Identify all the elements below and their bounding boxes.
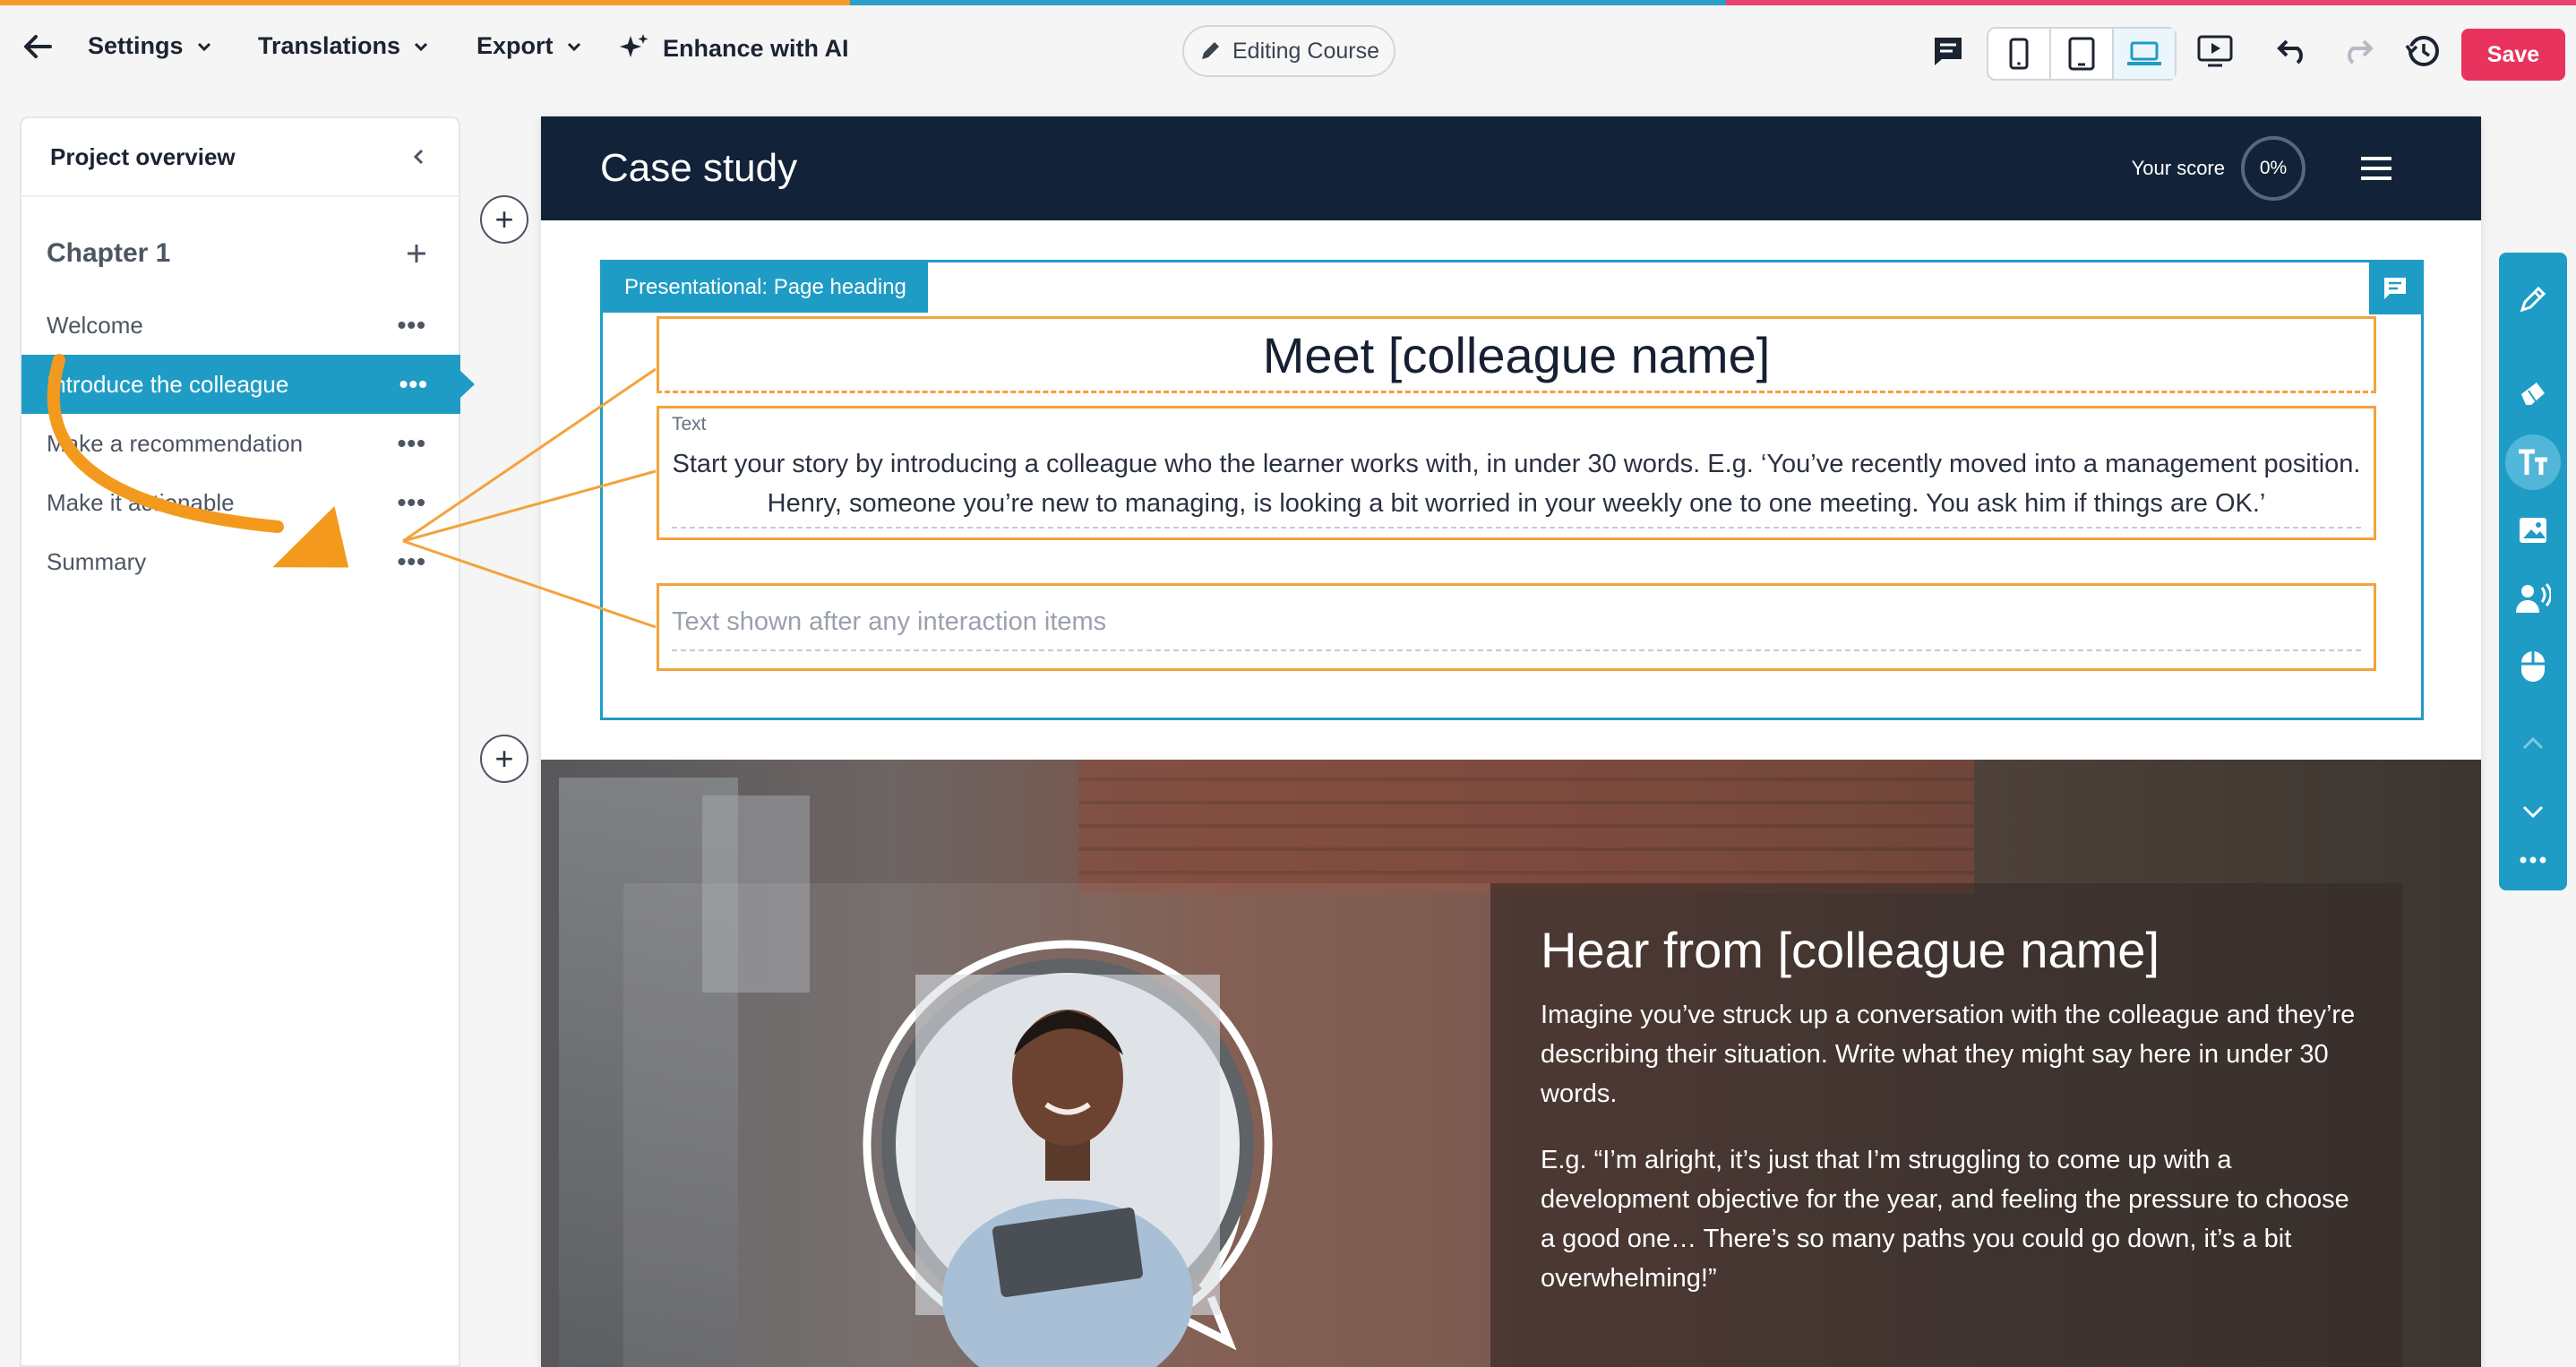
chevron-down-icon xyxy=(414,42,428,51)
score-label: Your score xyxy=(2131,157,2225,179)
laptop-icon[interactable] xyxy=(2114,29,2175,79)
more-icon[interactable]: ••• xyxy=(398,431,426,456)
chevron-left-icon[interactable] xyxy=(410,148,428,166)
preview-icon[interactable] xyxy=(2196,32,2234,70)
colleague-avatar-bubble xyxy=(863,940,1273,1367)
hero-section: Hear from [colleague name] Imagine you’v… xyxy=(541,760,2481,1367)
sidebar-title: Project overview xyxy=(50,142,236,170)
pencil-icon xyxy=(1202,42,1219,59)
enhance-ai-label: Enhance with AI xyxy=(663,34,849,62)
sidebar-item-recommendation[interactable]: Make a recommendation ••• xyxy=(21,414,459,473)
mouse-icon[interactable] xyxy=(2499,632,2567,701)
phone-icon[interactable] xyxy=(1988,29,2051,79)
sidebar-item-label: Make a recommendation xyxy=(47,429,304,457)
chapter-row[interactable]: Chapter 1 xyxy=(21,197,459,296)
chapter-title: Chapter 1 xyxy=(47,238,171,268)
sidebar-header: Project overview xyxy=(21,118,459,197)
sidebar-item-welcome[interactable]: Welcome ••• xyxy=(21,296,459,355)
history-icon[interactable] xyxy=(2404,32,2442,70)
translations-menu[interactable]: Translations xyxy=(258,32,429,60)
back-arrow-icon[interactable] xyxy=(20,29,56,64)
translations-label: Translations xyxy=(258,32,401,59)
add-block-button[interactable]: + xyxy=(480,195,528,244)
sidebar-item-label: Introduce the colleague xyxy=(47,370,289,398)
audio-icon[interactable] xyxy=(2499,564,2567,632)
menu-icon[interactable] xyxy=(2361,157,2391,180)
text-field-label: Text xyxy=(672,414,707,434)
hero-paragraph: E.g. “I’m alright, it’s just that I’m st… xyxy=(1541,1146,2349,1293)
chevron-up-icon[interactable] xyxy=(2499,709,2567,778)
after-interaction-placeholder[interactable]: Text shown after any interaction items xyxy=(672,607,2361,651)
sparkle-icon xyxy=(620,34,648,57)
sidebar-item-introduce-colleague[interactable]: Introduce the colleague ••• xyxy=(21,355,475,414)
sidebar-item-label: Make it actionable xyxy=(47,488,235,516)
sidebar-item-summary[interactable]: Summary ••• xyxy=(21,532,459,591)
course-canvas: Case study Your score 0% Presentational:… xyxy=(541,116,2481,1367)
comment-icon[interactable] xyxy=(2369,262,2421,314)
more-icon[interactable]: ••• xyxy=(399,372,428,397)
more-icon[interactable]: ••• xyxy=(398,549,426,574)
editing-mode-label: Editing Course xyxy=(1232,38,1379,64)
export-label: Export xyxy=(477,32,554,59)
text-field-body[interactable]: Start your story by introducing a collea… xyxy=(672,444,2361,529)
heading-field[interactable]: Meet [colleague name] xyxy=(657,316,2376,393)
settings-menu[interactable]: Settings xyxy=(88,32,212,60)
sidebar-item-actionable[interactable]: Make it actionable ••• xyxy=(21,473,459,532)
image-icon[interactable] xyxy=(2499,496,2567,564)
more-icon[interactable] xyxy=(2499,826,2567,894)
settings-label: Settings xyxy=(88,32,184,59)
project-overview-sidebar: Project overview Chapter 1 Welcome ••• I… xyxy=(20,116,475,1367)
hero-paragraph: Imagine you’ve struck up a conversation … xyxy=(1541,1001,2356,1108)
sidebar-item-label: Welcome xyxy=(47,311,143,339)
undo-icon[interactable] xyxy=(2273,32,2311,70)
text-icon[interactable] xyxy=(2499,428,2567,496)
chevron-down-icon xyxy=(197,42,210,51)
tablet-icon[interactable] xyxy=(2051,29,2114,79)
redo-icon[interactable] xyxy=(2340,32,2377,70)
score-widget: Your score 0% xyxy=(2132,136,2391,201)
after-interaction-field[interactable]: Text shown after any interaction items xyxy=(657,583,2376,671)
background-bricks xyxy=(1078,760,1974,894)
text-field[interactable]: Text Start your story by introducing a c… xyxy=(657,406,2376,540)
block-tools-rail xyxy=(2499,253,2567,890)
hero-title: Hear from [colleague name] xyxy=(1541,922,2160,978)
add-block-button[interactable]: + xyxy=(480,735,528,783)
brush-icon[interactable] xyxy=(2499,265,2567,333)
editing-mode-pill[interactable]: Editing Course xyxy=(1182,25,1395,77)
course-header: Case study Your score 0% xyxy=(541,116,2481,220)
top-toolbar: Settings Translations Export Enhance wit… xyxy=(0,5,2576,95)
save-button[interactable]: Save xyxy=(2461,29,2565,81)
chevron-down-icon xyxy=(567,42,580,51)
eraser-icon[interactable] xyxy=(2499,360,2567,428)
score-value: 0% xyxy=(2241,136,2306,201)
block-type-tag: Presentational: Page heading xyxy=(603,262,928,313)
hero-text: Hear from [colleague name] Imagine you’v… xyxy=(1541,921,2365,1325)
enhance-ai-button[interactable]: Enhance with AI xyxy=(618,32,849,64)
page-heading-block[interactable]: Presentational: Page heading Meet [colle… xyxy=(600,260,2424,720)
comment-icon[interactable] xyxy=(1929,32,1967,70)
export-menu[interactable]: Export xyxy=(477,32,582,60)
sidebar-item-label: Summary xyxy=(47,547,147,575)
course-title: Case study xyxy=(600,146,798,190)
plus-icon[interactable] xyxy=(405,242,428,265)
device-preview-group xyxy=(1987,27,2177,81)
more-icon[interactable]: ••• xyxy=(398,490,426,515)
more-icon[interactable]: ••• xyxy=(398,313,426,338)
